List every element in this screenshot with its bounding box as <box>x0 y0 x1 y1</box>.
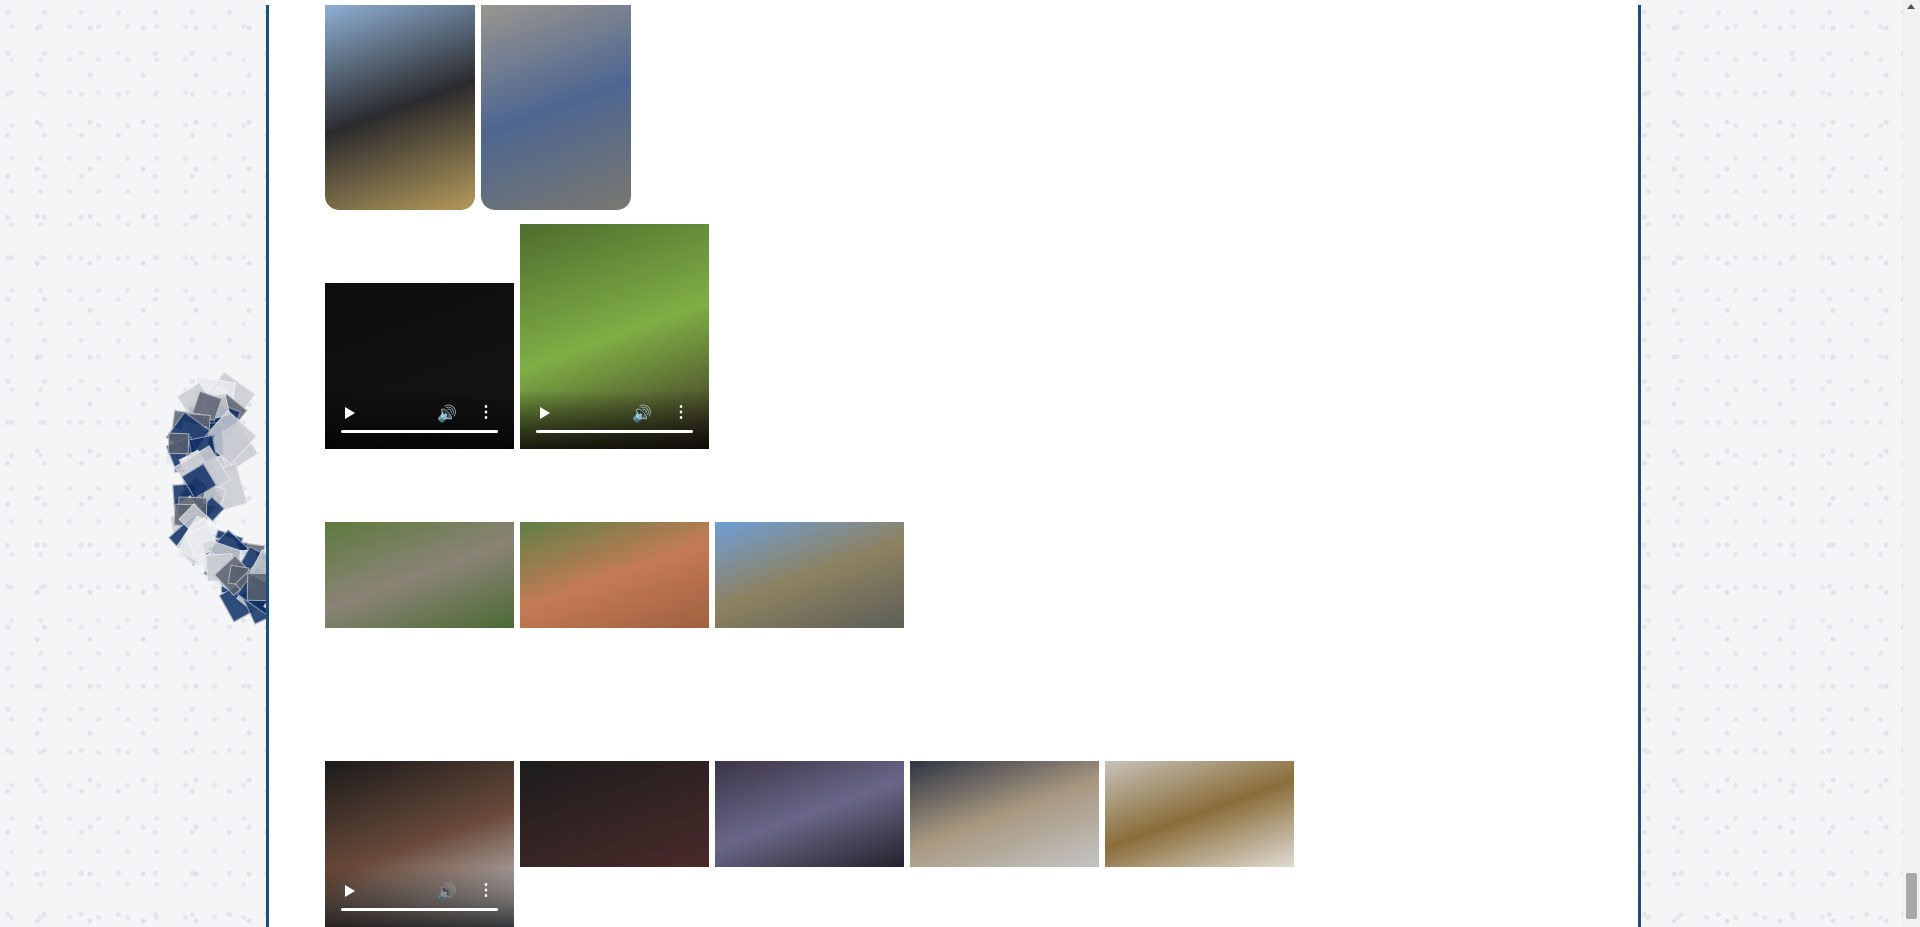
more-vertical-icon[interactable]: ⋮ <box>478 883 494 899</box>
page-content: 🔊 ⋮ 🔊 ⋮ 🔊 ⋮ <box>266 5 1641 927</box>
photo-train-plains[interactable] <box>715 522 904 628</box>
play-icon[interactable] <box>345 885 355 897</box>
photo-game-screenshot[interactable] <box>715 761 904 867</box>
video-progress-bar[interactable] <box>536 430 693 433</box>
photo-phone-dark[interactable] <box>520 761 709 867</box>
photo-canyon-trees[interactable] <box>325 522 514 628</box>
video-dark[interactable]: 🔊 ⋮ <box>325 283 514 449</box>
video-controls: 🔊 ⋮ <box>325 867 514 927</box>
video-progress-bar[interactable] <box>341 430 498 433</box>
photo-flashlight-hand[interactable] <box>910 761 1099 867</box>
more-vertical-icon[interactable]: ⋮ <box>478 405 494 421</box>
photo-person-sitting-wall[interactable] <box>481 5 631 210</box>
swirl-square <box>246 572 266 601</box>
left-background <box>0 0 266 927</box>
right-background <box>1637 0 1903 927</box>
play-icon[interactable] <box>540 407 550 419</box>
photo-woven-wall[interactable] <box>1105 761 1294 867</box>
photo-person-kneeling-rifle[interactable] <box>325 5 475 210</box>
swirl-square <box>167 432 189 454</box>
video-shooting-range[interactable]: 🔊 ⋮ <box>520 224 709 449</box>
scroll-up-arrow-icon[interactable] <box>1907 4 1915 9</box>
video-controls: 🔊 ⋮ <box>325 389 514 449</box>
volume-icon[interactable]: 🔊 <box>437 885 457 901</box>
scrollbar-thumb[interactable] <box>1906 873 1917 919</box>
video-phone-screen[interactable]: 🔊 ⋮ <box>325 761 514 927</box>
volume-icon[interactable]: 🔊 <box>437 407 457 423</box>
video-controls: 🔊 ⋮ <box>520 389 709 449</box>
decorative-swirl <box>30 120 266 720</box>
page-scrollbar[interactable] <box>1903 0 1920 927</box>
photo-red-dirt-valley[interactable] <box>520 522 709 628</box>
video-progress-bar[interactable] <box>341 908 498 911</box>
volume-icon[interactable]: 🔊 <box>632 407 652 423</box>
more-vertical-icon[interactable]: ⋮ <box>673 405 689 421</box>
play-icon[interactable] <box>345 407 355 419</box>
